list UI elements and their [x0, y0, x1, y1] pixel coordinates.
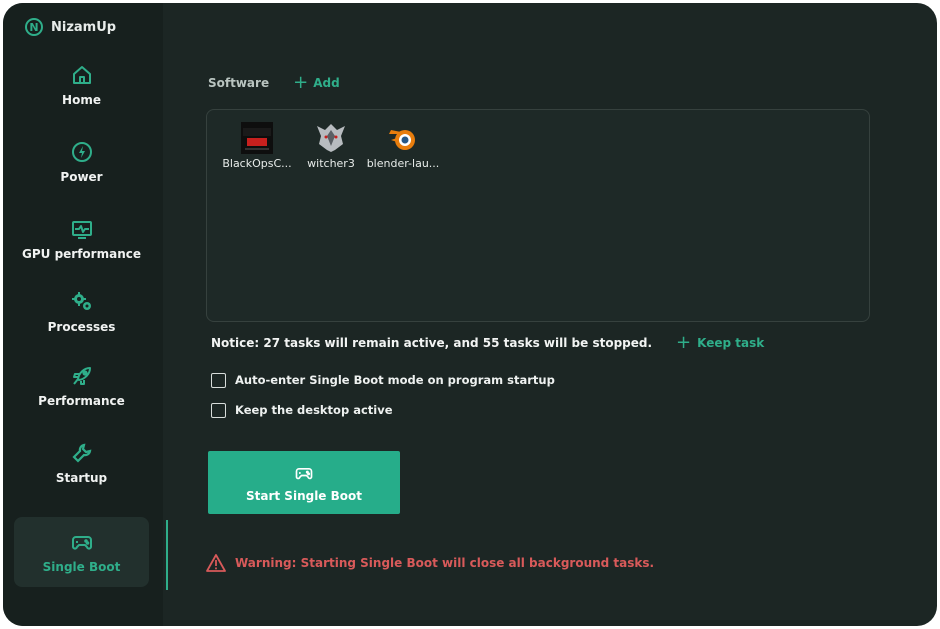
warning-text: Warning: Starting Single Boot will close…: [235, 556, 655, 570]
sidebar-item-label: Home: [62, 93, 101, 107]
start-button-label: Start Single Boot: [246, 488, 362, 503]
sidebar-item-power[interactable]: Power: [14, 127, 149, 197]
gamepad-icon: [295, 467, 313, 479]
keep-desktop-option[interactable]: Keep the desktop active: [211, 400, 393, 420]
app-tile-witcher3[interactable]: witcher3: [291, 122, 371, 178]
add-label: Add: [313, 76, 340, 90]
sidebar-item-label: GPU performance: [22, 247, 141, 261]
sidebar-item-single-boot[interactable]: Single Boot: [14, 517, 149, 587]
sidebar-item-label: Power: [60, 170, 103, 184]
sidebar: N NizamUp Home Power GPU performance Pro…: [3, 3, 163, 626]
keep-task-label: Keep task: [697, 336, 765, 350]
black-ops-icon: [241, 122, 273, 154]
gamepad-icon: [70, 530, 94, 554]
notice-row: Notice: 27 tasks will remain active, and…: [211, 333, 764, 353]
plus-icon: +: [293, 72, 309, 93]
sidebar-item-gpu-performance[interactable]: GPU performance: [14, 204, 149, 274]
sidebar-item-home[interactable]: Home: [14, 50, 149, 120]
auto-enter-option[interactable]: Auto-enter Single Boot mode on program s…: [211, 370, 555, 390]
start-single-boot-button[interactable]: Start Single Boot: [208, 451, 400, 514]
warning-triangle-icon: [206, 554, 226, 572]
gears-icon: [70, 290, 94, 314]
warning-row: Warning: Starting Single Boot will close…: [206, 552, 654, 574]
witcher-wolf-icon: [315, 122, 347, 154]
app-window: N NizamUp Home Power GPU performance Pro…: [3, 3, 937, 626]
active-indicator: [166, 520, 168, 590]
rocket-icon: [70, 364, 94, 388]
sidebar-item-label: Single Boot: [42, 560, 121, 574]
blender-icon: [387, 122, 419, 154]
auto-enter-checkbox[interactable]: [211, 372, 226, 388]
power-icon: [70, 140, 94, 164]
plus-icon: +: [676, 332, 692, 353]
app-logo-icon: N: [25, 18, 43, 36]
app-name: witcher3: [307, 157, 355, 170]
section-title: Software: [208, 76, 270, 90]
software-header: Software + Add: [208, 73, 340, 93]
sidebar-item-performance[interactable]: Performance: [14, 351, 149, 421]
add-software-button[interactable]: + Add: [293, 72, 340, 93]
app-name: BlackOpsC...: [222, 157, 292, 170]
wrench-icon: [70, 441, 94, 465]
app-name: blender-lau...: [366, 157, 440, 170]
sidebar-item-label: Startup: [55, 471, 108, 485]
option-label: Keep the desktop active: [235, 403, 393, 417]
keep-task-button[interactable]: + Keep task: [676, 332, 765, 353]
keep-desktop-checkbox[interactable]: [211, 402, 226, 418]
sidebar-item-startup[interactable]: Startup: [14, 428, 149, 498]
gpu-monitor-icon: [70, 217, 94, 241]
sidebar-item-label: Processes: [47, 320, 116, 334]
app-tile-blackops[interactable]: BlackOpsC...: [217, 122, 297, 178]
software-list[interactable]: BlackOpsC... witcher3 blender-lau...: [206, 109, 870, 322]
app-tile-blender[interactable]: blender-lau...: [363, 122, 443, 178]
sidebar-item-processes[interactable]: Processes: [14, 277, 149, 347]
notice-text: Notice: 27 tasks will remain active, and…: [211, 336, 653, 350]
home-icon: [70, 63, 94, 87]
app-name: NizamUp: [51, 19, 117, 35]
option-label: Auto-enter Single Boot mode on program s…: [235, 373, 555, 387]
brand: N NizamUp: [25, 15, 116, 39]
sidebar-item-label: Performance: [38, 394, 125, 408]
